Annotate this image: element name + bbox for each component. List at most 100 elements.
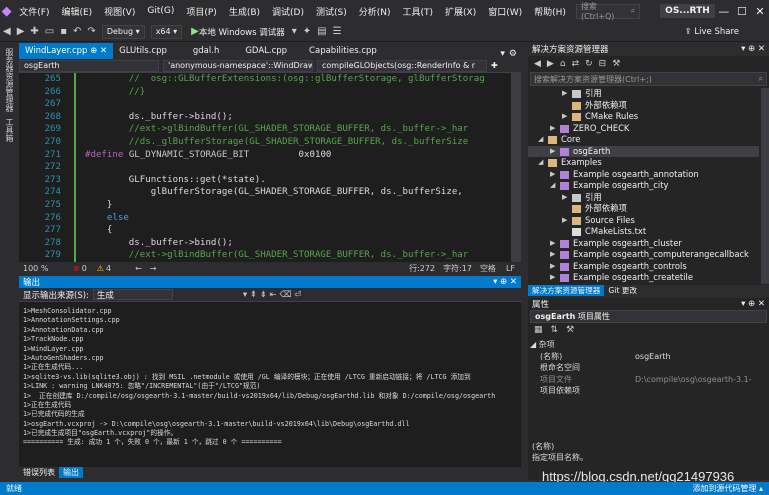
- sol-collapse-icon[interactable]: ⊟: [599, 59, 607, 69]
- menu-view[interactable]: 视图(V): [98, 5, 141, 18]
- tree-node[interactable]: ▶ Example osgearth_computerangecallback: [528, 249, 759, 261]
- expand-arrow-icon[interactable]: ▶: [550, 272, 555, 284]
- menu-git[interactable]: Git(G): [141, 6, 180, 16]
- expand-arrow-icon[interactable]: ◢: [538, 134, 543, 146]
- code-line[interactable]: 276 else: [19, 211, 521, 225]
- tab-output[interactable]: 输出: [59, 467, 83, 478]
- tab-gdal-h[interactable]: gdal.h: [187, 43, 225, 59]
- run-debugger-button[interactable]: 本地 Windows 调试器: [199, 26, 285, 38]
- code-line[interactable]: 278 ds._buffer->bind();: [19, 236, 521, 250]
- tab-overflow-icon[interactable]: ▾: [500, 49, 505, 59]
- menu-analyze[interactable]: 分析(N): [353, 5, 397, 18]
- tree-node[interactable]: 外部依赖项: [528, 203, 759, 215]
- expand-arrow-icon[interactable]: ▶: [550, 249, 555, 261]
- output-window-controls[interactable]: ▾ ⊕ ✕: [493, 277, 517, 287]
- property-pages-icon[interactable]: ⚒: [566, 325, 574, 335]
- debug-options-icon[interactable]: ▾: [289, 26, 300, 37]
- property-row[interactable]: 项目依赖项: [528, 385, 769, 397]
- tree-node[interactable]: ▶ Example osgearth_cluster: [528, 238, 759, 250]
- property-row[interactable]: 根命名空间: [528, 362, 769, 374]
- tree-node[interactable]: ▶ 引用: [528, 88, 759, 100]
- property-value[interactable]: osgEarth: [635, 351, 671, 363]
- server-explorer-tab[interactable]: 服务器资源管理器: [4, 48, 15, 112]
- prev-issue-icon[interactable]: ←: [135, 264, 142, 273]
- code-line[interactable]: 266 //}: [19, 85, 521, 99]
- menu-edit[interactable]: 编辑(E): [55, 5, 98, 18]
- menu-help[interactable]: 帮助(H): [528, 5, 572, 18]
- code-line[interactable]: 274 glBufferStorage(GL_SHADER_STORAGE_BU…: [19, 186, 521, 200]
- solution-scrollbar[interactable]: [761, 88, 769, 284]
- tree-node[interactable]: ▶ 引用: [528, 192, 759, 204]
- zoom-level[interactable]: 100 %: [23, 264, 53, 273]
- property-value[interactable]: D:\compile\osg\osgearth-3.1-: [635, 374, 752, 386]
- expand-arrow-icon[interactable]: ▶: [562, 111, 567, 123]
- tree-node[interactable]: ▶ CMake Rules: [528, 111, 759, 123]
- tree-node[interactable]: ◢ Examples: [528, 157, 759, 169]
- maximize-button[interactable]: ☐: [733, 5, 751, 18]
- tab-solution-explorer[interactable]: 解决方案资源管理器: [528, 284, 605, 296]
- output-tool-icons[interactable]: ▾ ⇞ ⇟ ⇤ ⌫ ⏎: [243, 290, 301, 300]
- expand-arrow-icon[interactable]: ▶: [550, 238, 555, 250]
- tree-node[interactable]: ▶ ZERO_CHECK: [528, 123, 759, 135]
- close-tab-icon[interactable]: ✕: [100, 46, 107, 56]
- expand-arrow-icon[interactable]: ◢: [550, 180, 555, 192]
- config-dropdown[interactable]: Debug ▾: [101, 24, 145, 39]
- scope-nav-dropdown[interactable]: 'anonymous-namespace'::WindDrawab: [163, 59, 313, 72]
- menu-test[interactable]: 测试(S): [310, 5, 353, 18]
- expand-arrow-icon[interactable]: ◢: [538, 157, 543, 169]
- forward-nav-icon[interactable]: ▶: [14, 26, 28, 37]
- sol-refresh-icon[interactable]: ↻: [585, 59, 593, 69]
- redo-icon[interactable]: ↷: [84, 26, 98, 37]
- expand-arrow-icon[interactable]: ▶: [562, 192, 567, 204]
- tree-node[interactable]: ▶ Example osgearth_annotation: [528, 169, 759, 181]
- alphabetical-icon[interactable]: ⇅: [551, 325, 559, 335]
- error-count[interactable]: 0: [82, 264, 87, 273]
- menu-window[interactable]: 窗口(W): [482, 5, 528, 18]
- layout-icon[interactable]: ▤: [314, 26, 329, 37]
- tree-node[interactable]: ▶ osgEarth: [528, 145, 759, 158]
- expand-arrow-icon[interactable]: ▶: [550, 146, 555, 158]
- settings-gear-icon[interactable]: ⚙: [509, 49, 517, 59]
- code-line[interactable]: 275 }: [19, 199, 521, 212]
- source-control-button[interactable]: 添加到源代码管理 ▴: [692, 483, 763, 494]
- open-file-icon[interactable]: ▭: [42, 26, 57, 37]
- tree-node[interactable]: ◢ Example osgearth_city: [528, 180, 759, 192]
- property-row[interactable]: 项目文件 D:\compile\osg\osgearth-3.1-: [528, 374, 769, 386]
- tree-node[interactable]: ▶ Example osgearth_createtile: [528, 272, 759, 284]
- code-line[interactable]: 270 //ds._glBufferStorage(GL_SHADER_STOR…: [19, 136, 521, 149]
- tree-node[interactable]: ▶ Example osgearth_controls: [528, 261, 759, 273]
- tree-node[interactable]: 外部依赖项: [528, 100, 759, 112]
- menu-project[interactable]: 项目(P): [180, 5, 222, 18]
- tab-gdal-cpp[interactable]: GDAL.cpp: [239, 43, 293, 59]
- platform-dropdown[interactable]: x64 ▾: [150, 24, 183, 39]
- member-nav-dropdown[interactable]: compileGLObjects(osg::RenderInfo & r: [317, 59, 487, 72]
- expand-arrow-icon[interactable]: ▶: [562, 88, 567, 100]
- search-input[interactable]: 搜索 (Ctrl+Q) ⌕: [575, 2, 641, 21]
- properties-window-controls[interactable]: ▾ ⊕ ✕: [741, 299, 765, 309]
- code-line[interactable]: 267: [19, 98, 521, 112]
- property-category[interactable]: ◢ 杂项: [528, 339, 769, 351]
- split-editor-icon[interactable]: ✚: [491, 61, 498, 70]
- new-item-icon[interactable]: ✚: [27, 26, 41, 37]
- solution-search-input[interactable]: 搜索解决方案资源管理器(Ctrl+;) ⌕: [530, 72, 767, 86]
- menu-file[interactable]: 文件(F): [13, 5, 55, 18]
- tab-error-list[interactable]: 错误列表: [19, 467, 59, 478]
- code-line[interactable]: 271 #define GL_DYNAMIC_STORAGE_BIT 0x0100: [19, 148, 521, 162]
- code-line[interactable]: 265 // osg::GLBufferExtensions:(osg::glB…: [19, 73, 521, 86]
- output-text[interactable]: 1>MeshConsolidator.cpp 1>AnnotationSettin…: [23, 307, 519, 448]
- properties-object-dropdown[interactable]: osgEarth 项目属性: [530, 310, 767, 323]
- expand-arrow-icon[interactable]: ▶: [550, 123, 555, 135]
- sol-back-icon[interactable]: ◀: [534, 59, 541, 69]
- live-share-button[interactable]: ⇪ Live Share: [685, 27, 739, 37]
- close-button[interactable]: ✕: [751, 5, 769, 18]
- next-issue-icon[interactable]: →: [150, 264, 157, 273]
- tab-capabilities[interactable]: Capabilities.cpp: [303, 43, 383, 59]
- expand-arrow-icon[interactable]: ▶: [550, 261, 555, 273]
- solution-window-controls[interactable]: ▾ ⊕ ✕: [741, 44, 765, 54]
- sol-home-icon[interactable]: ⌂: [560, 59, 566, 69]
- comment-icon[interactable]: ☰: [330, 26, 345, 37]
- undo-icon[interactable]: ↶: [70, 26, 84, 37]
- toolbox-tab[interactable]: 工具箱: [4, 118, 15, 142]
- project-nav-dropdown[interactable]: osgEarth: [19, 59, 159, 72]
- warning-count[interactable]: 4: [106, 264, 111, 273]
